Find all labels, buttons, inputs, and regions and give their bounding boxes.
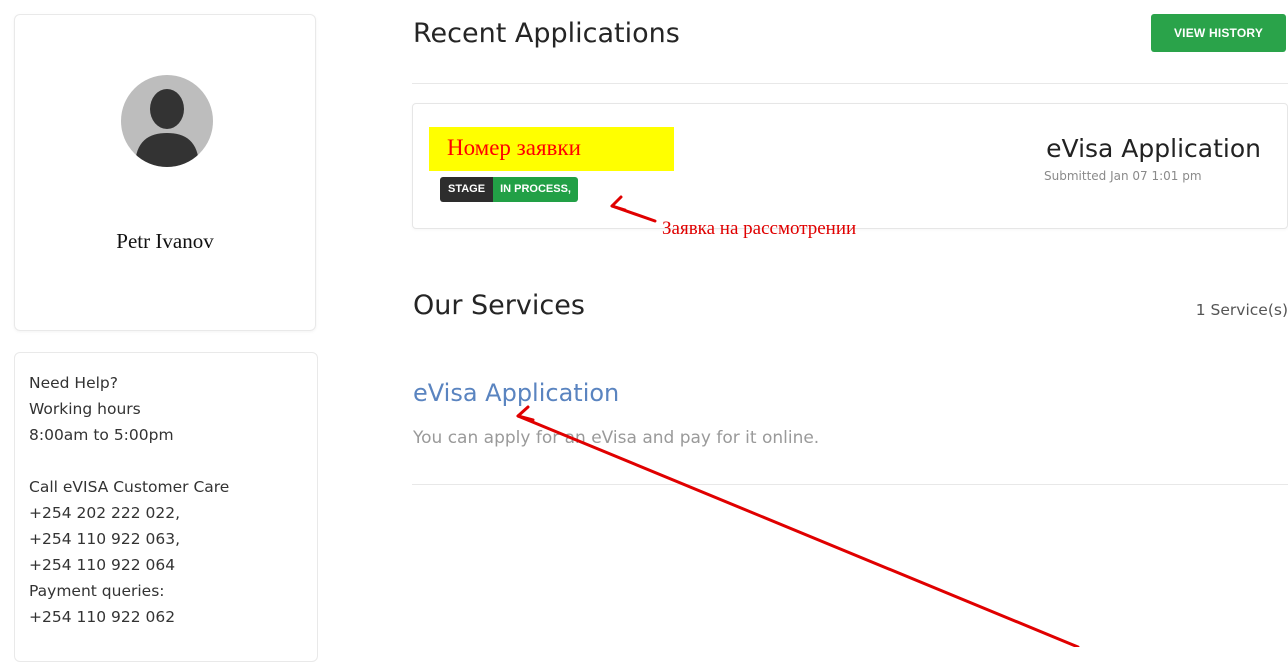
submitted-date: Submitted Jan 07 1:01 pm (1044, 169, 1202, 183)
stage-label: STAGE (440, 177, 494, 202)
customer-care-label: Call eVISA Customer Care (29, 478, 230, 496)
stage-status: IN PROCESS, (493, 177, 578, 202)
service-count: 1 Service(s) (1195, 301, 1288, 319)
recent-applications-title: Recent Applications (413, 18, 680, 49)
application-type: eVisa Application (1046, 134, 1261, 163)
application-number-label: Номер заявки (447, 135, 581, 160)
help-title: Need Help? (29, 374, 118, 392)
payment-queries-label: Payment queries: (29, 582, 165, 600)
our-services-title: Our Services (413, 290, 585, 321)
phone-number: +254 202 222 022, (29, 504, 181, 522)
phone-number: +254 110 922 063, (29, 530, 181, 548)
application-card[interactable]: Номер заявки STAGE IN PROCESS, eVisa App… (412, 103, 1288, 229)
payment-phone-number: +254 110 922 062 (29, 608, 176, 626)
profile-card: Petr Ivanov (14, 14, 316, 331)
divider (412, 484, 1288, 485)
phone-number: +254 110 922 064 (29, 556, 176, 574)
divider (412, 83, 1288, 84)
service-description: You can apply for an eVisa and pay for i… (413, 428, 820, 448)
status-annotation: Заявка на рассмотрении (662, 218, 857, 239)
avatar (121, 75, 213, 167)
working-hours-label: Working hours (29, 400, 141, 418)
view-history-button[interactable]: VIEW HISTORY (1151, 14, 1286, 52)
service-link-evisa[interactable]: eVisa Application (413, 379, 619, 407)
user-silhouette-icon (135, 89, 199, 167)
help-card: Need Help? Working hours 8:00am to 5:00p… (14, 352, 318, 662)
stage-badge: STAGE IN PROCESS, (440, 177, 578, 202)
working-hours-value: 8:00am to 5:00pm (29, 426, 174, 444)
profile-name: Petr Ivanov (116, 229, 214, 253)
